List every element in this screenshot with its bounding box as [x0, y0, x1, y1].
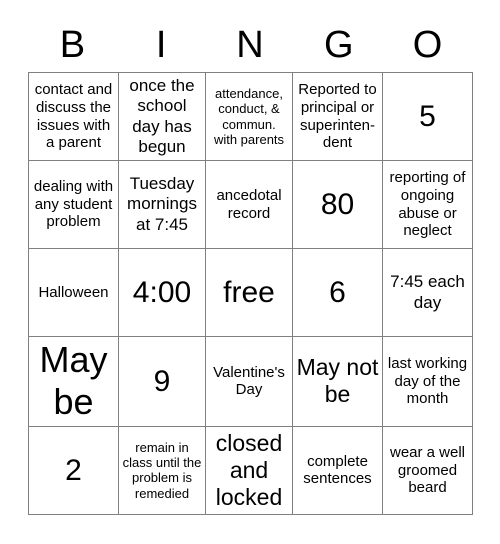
bingo-cell[interactable]: closed and locked	[205, 425, 293, 515]
bingo-cell[interactable]: remain in class until the problem is rem…	[118, 425, 206, 515]
table-row: dealing with any student problem Tuesday…	[28, 160, 473, 249]
bingo-cell[interactable]: Valentine's Day	[205, 336, 293, 427]
bingo-cell[interactable]: last working day of the month	[382, 336, 473, 427]
bingo-card: B I N G O contact and discuss the issues…	[0, 0, 500, 544]
bingo-cell[interactable]: Tuesday mornings at 7:45	[118, 160, 206, 249]
table-row: contact and discuss the issues with a pa…	[28, 72, 473, 161]
bingo-cell[interactable]: 5	[382, 72, 473, 161]
table-row: 2 remain in class until the problem is r…	[28, 425, 473, 515]
header-letter-n: N	[236, 24, 264, 66]
bingo-cell[interactable]: Reported to principal or superinten-dent	[292, 72, 383, 161]
table-row: Halloween 4:00 free 6 7:45 each day	[28, 248, 473, 337]
header-letter-i: I	[155, 24, 167, 66]
bingo-cell[interactable]: 9	[118, 336, 206, 427]
bingo-header: B I N G O	[28, 18, 472, 72]
table-row: May be 9 Valentine's Day May not be last…	[28, 336, 473, 427]
bingo-cell[interactable]: reporting of ongoing abuse or neglect	[382, 160, 473, 249]
bingo-cell[interactable]: 4:00	[118, 248, 206, 337]
header-letter-o: O	[412, 24, 443, 66]
bingo-cell[interactable]: 7:45 each day	[382, 248, 473, 337]
bingo-cell[interactable]: May be	[28, 336, 119, 427]
bingo-cell[interactable]: 6	[292, 248, 383, 337]
bingo-cell[interactable]: once the school day has begun	[118, 72, 206, 161]
bingo-cell[interactable]: complete sentences	[292, 425, 383, 515]
bingo-cell-free[interactable]: free	[205, 248, 293, 337]
bingo-cell[interactable]: ancedotal record	[205, 160, 293, 249]
bingo-cell[interactable]: May not be	[292, 336, 383, 427]
bingo-cell[interactable]: Halloween	[28, 248, 119, 337]
bingo-cell[interactable]: wear a well groomed beard	[382, 425, 473, 515]
header-letter-b: B	[59, 24, 86, 66]
bingo-cell[interactable]: contact and discuss the issues with a pa…	[28, 72, 119, 161]
header-letter-g: G	[324, 24, 354, 66]
bingo-cell[interactable]: attendance, conduct, & commun. with pare…	[205, 72, 293, 161]
bingo-cell[interactable]: 80	[292, 160, 383, 249]
bingo-grid: contact and discuss the issues with a pa…	[28, 72, 473, 515]
bingo-cell[interactable]: dealing with any student problem	[28, 160, 119, 249]
bingo-cell[interactable]: 2	[28, 425, 119, 515]
